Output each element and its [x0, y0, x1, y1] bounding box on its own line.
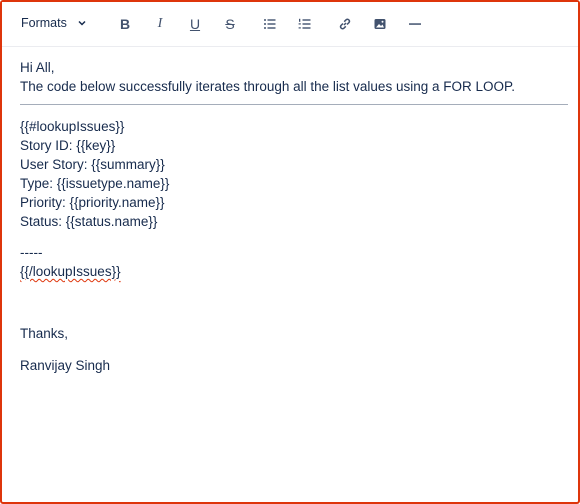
underline-button[interactable]: U: [185, 14, 205, 34]
numbered-list-icon: [298, 18, 311, 29]
loop-close-text: {{/lookupIssues}}: [20, 264, 121, 279]
image-icon: [374, 19, 386, 29]
bullet-list-icon: [264, 19, 276, 29]
italic-icon: I: [157, 16, 163, 31]
chevron-down-icon: [78, 20, 86, 26]
editor-content[interactable]: Hi All, The code below successfully iter…: [20, 58, 568, 375]
horizontal-rule-icon: [409, 23, 421, 25]
intro-text: The code below successfully iterates thr…: [20, 79, 515, 94]
bold-button[interactable]: B: [115, 14, 135, 34]
strikethrough-icon: S: [225, 16, 235, 32]
horizontal-rule: [20, 104, 568, 105]
thanks-text: Thanks,: [20, 326, 69, 341]
rich-text-editor[interactable]: Formats B I U S Hi All, The code below s…: [0, 0, 580, 504]
underline-icon: U: [189, 16, 201, 32]
horizontal-rule-button[interactable]: [405, 14, 425, 34]
greeting-text: Hi All,: [20, 60, 55, 75]
strikethrough-button[interactable]: S: [220, 14, 240, 34]
loop-open-text: {{#lookupIssues}}: [20, 119, 125, 134]
type-text: Type: {{issuetype.name}}: [20, 176, 170, 191]
user-story-text: User Story: {{summary}}: [20, 157, 165, 172]
image-button[interactable]: [370, 14, 390, 34]
numbered-list-button[interactable]: [295, 14, 315, 34]
signature-text: Ranvijay Singh: [20, 358, 111, 373]
separator-text: -----: [20, 245, 43, 260]
bullet-list-button[interactable]: [260, 14, 280, 34]
editor-toolbar: Formats B I U S: [2, 2, 578, 47]
formats-label: Formats: [21, 16, 67, 30]
story-id-text: Story ID: {{key}}: [20, 138, 116, 153]
formats-dropdown[interactable]: Formats: [21, 16, 87, 30]
link-button[interactable]: [335, 14, 355, 34]
priority-text: Priority: {{priority.name}}: [20, 195, 165, 210]
link-icon: [339, 18, 351, 30]
status-text: Status: {{status.name}}: [20, 214, 158, 229]
bold-icon: B: [119, 16, 131, 32]
italic-button[interactable]: I: [150, 14, 170, 34]
